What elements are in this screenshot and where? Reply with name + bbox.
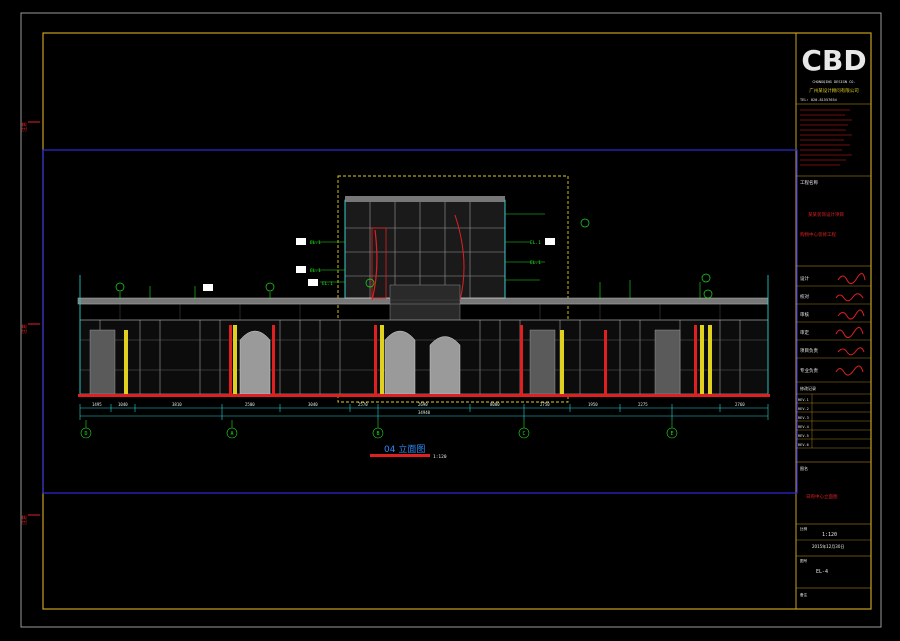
axis-1: D	[84, 431, 87, 437]
revision-table	[796, 393, 871, 449]
svg-text:注意: 注意	[21, 122, 28, 132]
dim-total: 34940	[418, 410, 431, 415]
axis-3: B	[376, 431, 379, 437]
title-underline	[370, 454, 430, 457]
rev-1: REV.1	[798, 398, 809, 402]
company-tel: TEL: 020-81557654	[800, 98, 837, 102]
dim-5: 3040	[308, 402, 318, 407]
dim-10: 1950	[588, 402, 598, 407]
axis-4: C	[522, 431, 525, 437]
sign-role-2: 校对	[800, 293, 809, 300]
sheet-title: 日购中心立面图	[806, 493, 838, 500]
ann-left-2: EL.1	[310, 268, 321, 274]
company-logo: CBD	[801, 44, 866, 77]
axis-5: E	[670, 431, 673, 437]
sign-role-4: 审定	[800, 329, 809, 336]
dim-7: 2690	[418, 402, 428, 407]
rev-6: REV.6	[798, 443, 809, 447]
sheet-no-label: 图号	[800, 558, 808, 563]
sheet-number: EL-4	[816, 569, 828, 575]
project-name-1: 某某装饰设计项目	[808, 211, 844, 218]
rev-4: REV.4	[798, 425, 809, 429]
company-name-cn: 广州某设计顾问有限公司	[809, 87, 859, 94]
signature-marks	[835, 273, 866, 376]
drawing-title: 04 立面图	[384, 443, 425, 455]
dim-6: 2570	[358, 402, 368, 407]
title-block: CBD CHONGQING DESIGN CO. 广州某设计顾问有限公司 TEL…	[796, 44, 871, 597]
svg-text:注意: 注意	[21, 515, 28, 525]
ann-right-1: EL.1	[530, 240, 541, 246]
svg-text:注意: 注意	[21, 324, 28, 334]
grid-axes: D A B C E	[80, 420, 678, 439]
revision-label: 修改记录	[800, 385, 816, 391]
drawing-scale: 1:120	[433, 454, 447, 460]
cad-drawing-canvas: 注意 注意 注意 EL.1 EL.1 EL.1 EL.1 EL.1 1495 1…	[20, 12, 882, 628]
left-margin-marks: 注意 注意 注意	[21, 121, 40, 525]
scale-label: 比例	[800, 526, 808, 531]
sheet-title-label: 图名	[800, 465, 808, 471]
sign-role-6: 专业负责	[800, 367, 818, 374]
dim-9: 2750	[540, 402, 550, 407]
ann-left-3: EL.1	[322, 281, 333, 287]
general-notes	[800, 109, 852, 166]
sign-role-1: 设计	[800, 275, 809, 282]
rev-2: REV.2	[798, 407, 809, 411]
dim-2: 1040	[118, 402, 128, 407]
rev-5: REV.5	[798, 434, 809, 438]
project-label: 工程名称	[800, 179, 818, 186]
company-name-en: CHONGQING DESIGN CO.	[812, 80, 855, 84]
dimension-labels: 1495 1040 3810 2500 3040 2570 2690 8080 …	[92, 402, 745, 415]
elevation-building	[77, 196, 770, 397]
dim-1: 1495	[92, 402, 102, 407]
axis-2: A	[230, 431, 233, 437]
dim-11: 2275	[638, 402, 648, 407]
rev-3: REV.3	[798, 416, 809, 420]
remarks-label: 备注	[800, 592, 808, 597]
dim-3: 3810	[172, 402, 182, 407]
sheet-date: 2015年12月30日	[812, 543, 844, 549]
dim-8: 8080	[490, 402, 500, 407]
ann-left-1: EL.1	[310, 240, 321, 246]
sign-role-3: 审核	[800, 311, 809, 318]
signature-table: 设计 校对 审核 审定 项目负责 专业负责	[796, 273, 871, 383]
sheet-scale: 1:120	[822, 532, 837, 538]
sign-role-5: 项目负责	[800, 347, 818, 354]
dim-4: 2500	[245, 402, 255, 407]
project-name-2: 购物中心装修工程	[800, 231, 836, 238]
dim-12: 2760	[735, 402, 745, 407]
ann-right-2: EL.1	[530, 260, 541, 266]
